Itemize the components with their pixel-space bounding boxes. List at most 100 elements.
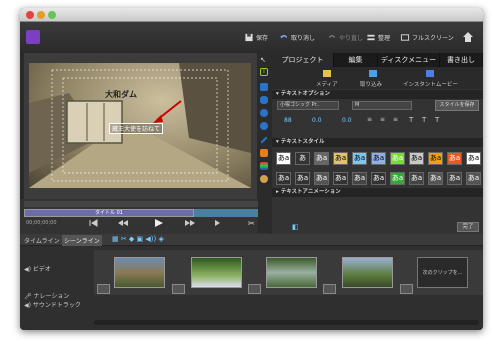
transition-slot[interactable]	[97, 284, 110, 294]
text-italic-button[interactable]: T	[422, 116, 426, 124]
transition-slot[interactable]	[323, 284, 336, 294]
style-tile[interactable]: あa	[276, 172, 291, 185]
right-panel: プロジェクト 編集 ディスクメニュー 書き出し メディア 取り込み インスタント…	[272, 53, 483, 234]
style-tile[interactable]: あ	[295, 152, 310, 165]
tab-export[interactable]: 書き出し	[440, 53, 483, 67]
sign-text: 大和ダム	[105, 90, 137, 99]
redo-button[interactable]: やり直し	[327, 31, 363, 43]
mic-icon: 🎤︎	[24, 293, 34, 300]
gradient-tool-icon[interactable]	[260, 175, 268, 183]
style-tile[interactable]: あa	[409, 172, 424, 185]
text-options-header[interactable]: ▾ テキストオプション	[272, 90, 483, 99]
title-clip-bar[interactable]: タイトル 01	[24, 209, 194, 217]
narration-track-label: 🎤︎ ナレーション	[24, 293, 70, 300]
text-style-grid: あa あ あa あa あa あa あa あa あa あa あa あa あa あa…	[275, 150, 481, 188]
paint-tool-icon[interactable]	[260, 149, 268, 157]
tab-project[interactable]: プロジェクト	[272, 53, 334, 67]
close-window-button[interactable]	[26, 11, 34, 19]
align-left-icon[interactable]: ≡	[367, 116, 372, 123]
style-tile[interactable]: あa	[352, 152, 367, 165]
scene-clip[interactable]	[266, 257, 317, 288]
timeline-ruler[interactable]	[24, 201, 266, 207]
video-clip-bar[interactable]	[194, 209, 266, 217]
video-track-label: ◀) ビデオ	[24, 266, 51, 273]
style-tile[interactable]: あa	[466, 152, 481, 165]
style-tile[interactable]: あa	[447, 152, 462, 165]
media-icon[interactable]	[322, 69, 332, 78]
scene-track: 次のクリップを...	[94, 250, 483, 295]
style-tile[interactable]: あa	[390, 172, 405, 185]
tab-edit[interactable]: 編集	[334, 53, 378, 67]
text-bold-button[interactable]: T	[409, 116, 413, 124]
save-style-button[interactable]: スタイルを保存	[435, 100, 479, 111]
transition-slot[interactable]	[400, 284, 413, 294]
undo-button[interactable]: 取り消し	[279, 31, 315, 43]
text-animation-header[interactable]: ▸ テキストアニメーション	[272, 188, 483, 197]
done-button[interactable]: 完了	[457, 222, 479, 232]
scene-clip[interactable]	[342, 257, 393, 288]
save-button[interactable]: 保存	[244, 31, 268, 43]
horizontal-scrollbar[interactable]	[94, 320, 479, 325]
speaker-icon: ◀)	[24, 302, 33, 309]
leading-value[interactable]: 0.0	[342, 117, 352, 124]
style-tile[interactable]: あa	[276, 152, 291, 165]
style-tile[interactable]: あa	[428, 172, 443, 185]
import-label[interactable]: 取り込み	[360, 80, 382, 88]
font-select[interactable]: 小塚ゴシック Pr..	[277, 101, 339, 110]
style-tile[interactable]: あa	[314, 152, 329, 165]
align-center-icon[interactable]: ≡	[380, 116, 385, 123]
scene-clip[interactable]	[191, 257, 242, 288]
minimize-window-button[interactable]	[37, 11, 45, 19]
style-tile[interactable]: あa	[466, 172, 481, 185]
transition-slot[interactable]	[172, 284, 185, 294]
undo-icon	[280, 34, 288, 38]
style-tile[interactable]: あa	[333, 172, 348, 185]
style-tile[interactable]: あa	[333, 152, 348, 165]
style-tile[interactable]: あa	[295, 172, 310, 185]
title-text-overlay[interactable]: 蔵王大使を訪ねて	[109, 123, 164, 134]
fullscreen-button[interactable]: フルスクリーン	[400, 31, 454, 43]
align-right-icon[interactable]: ≡	[393, 116, 398, 123]
panel-options-icon[interactable]: ◧	[292, 223, 299, 231]
style-tile[interactable]: あa	[390, 152, 405, 165]
redo-icon	[328, 34, 336, 38]
home-icon[interactable]	[462, 31, 474, 43]
next-clip-dropzone[interactable]: 次のクリップを...	[417, 257, 468, 288]
style-tile[interactable]: あa	[409, 152, 424, 165]
shape-rect-icon[interactable]	[260, 83, 268, 91]
media-label[interactable]: メディア	[316, 80, 338, 88]
style-tile[interactable]: あa	[352, 172, 367, 185]
soundtrack-track-label: ◀) サウンドトラック	[24, 302, 81, 309]
tab-timeline[interactable]: タイムライン	[24, 236, 60, 245]
color-tool-icon[interactable]	[260, 162, 268, 170]
select-tool-icon[interactable]: ↖	[260, 56, 266, 64]
video-preview[interactable]: 大和ダム 蔵王大使を訪ねて	[29, 63, 251, 188]
line-tool-icon[interactable]	[260, 136, 268, 144]
style-select[interactable]: M	[352, 101, 412, 110]
kerning-value[interactable]: 0.0	[312, 117, 322, 124]
shape-ellipse-outline-icon[interactable]	[260, 122, 268, 130]
style-tile[interactable]: あa	[371, 172, 386, 185]
import-icon[interactable]	[368, 69, 378, 78]
split-clip-icon[interactable]: ✂	[248, 219, 255, 228]
tab-sceneline[interactable]: シーンライン	[62, 235, 102, 246]
style-tile[interactable]: あa	[428, 152, 443, 165]
text-underline-button[interactable]: T	[435, 116, 439, 124]
view-icons[interactable]: ▦ ✂ ◆ ▣ ◀)) ◈	[112, 235, 164, 243]
style-tile[interactable]: あa	[314, 172, 329, 185]
style-tile[interactable]: あa	[371, 152, 386, 165]
app-window: 保存 取り消し やり直し 整理 フルスクリーン 大和ダム 蔵王大使を訪ねて タイ…	[20, 8, 483, 330]
font-size-value[interactable]: 88	[284, 117, 292, 124]
tab-disc-menu[interactable]: ディスクメニュー	[378, 53, 440, 67]
text-style-header[interactable]: ▾ テキストスタイル	[272, 138, 483, 147]
shape-ellipse-icon[interactable]	[260, 109, 268, 117]
text-tool-icon[interactable]: T	[260, 68, 268, 76]
transition-slot[interactable]	[248, 284, 261, 294]
instant-movie-label[interactable]: インスタントムービー	[403, 80, 458, 88]
scene-clip[interactable]	[114, 257, 165, 288]
instant-movie-icon[interactable]	[425, 69, 435, 78]
style-tile[interactable]: あa	[447, 172, 462, 185]
shape-rounded-icon[interactable]	[260, 96, 268, 104]
organize-button[interactable]: 整理	[366, 31, 390, 43]
zoom-window-button[interactable]	[48, 11, 56, 19]
